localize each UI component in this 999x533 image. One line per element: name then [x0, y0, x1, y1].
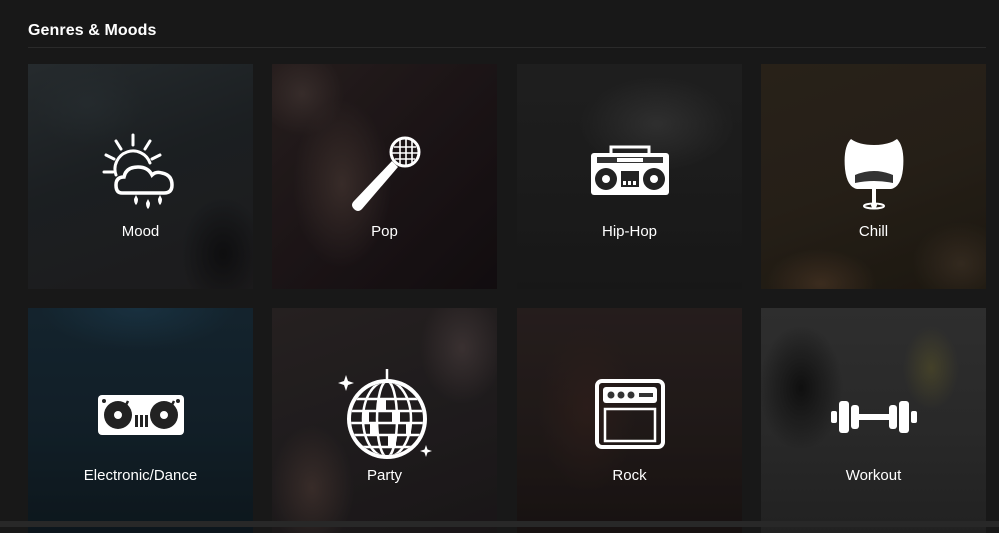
- boombox-icon: [590, 145, 669, 195]
- amplifier-icon: [594, 379, 665, 449]
- weather-sun-cloud-rain-icon: [102, 133, 174, 209]
- tile-label: Chill: [858, 223, 889, 240]
- genre-tile-rock[interactable]: Rock: [517, 308, 742, 533]
- tile-label: Pop: [371, 223, 398, 240]
- tile-label: Electronic/Dance: [83, 467, 198, 484]
- tile-label: Rock: [612, 467, 647, 484]
- microphone-icon: [351, 136, 420, 211]
- disco-ball-icon: [337, 369, 432, 459]
- genre-tile-chill[interactable]: Chill: [761, 64, 986, 289]
- tile-label: Hip-Hop: [601, 223, 658, 240]
- bottom-scroll-edge: [0, 521, 999, 527]
- tile-label: Party: [366, 467, 402, 484]
- genre-tile-party[interactable]: Party: [272, 308, 497, 533]
- genre-tile-pop[interactable]: Pop: [272, 64, 497, 289]
- genre-tile-electronic-dance[interactable]: Electronic/Dance: [28, 308, 253, 533]
- genre-tile-mood[interactable]: Mood: [28, 64, 253, 289]
- dumbbell-icon: [830, 401, 917, 433]
- tile-label: Mood: [121, 223, 160, 240]
- genre-tile-hip-hop[interactable]: Hip-Hop: [517, 64, 742, 289]
- tile-label: Workout: [845, 467, 902, 484]
- section-title: Genres & Moods: [28, 22, 157, 39]
- egg-chair-icon: [844, 139, 903, 210]
- dj-turntables-icon: [97, 395, 184, 435]
- section-divider: [28, 47, 986, 48]
- genre-tile-workout[interactable]: Workout: [761, 308, 986, 533]
